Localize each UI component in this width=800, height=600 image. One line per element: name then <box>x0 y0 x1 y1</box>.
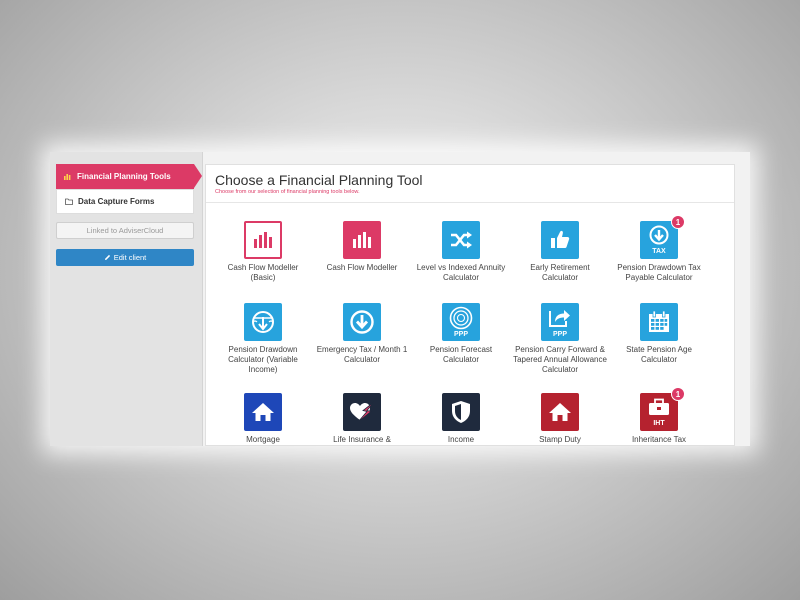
tool-label: Pension Drawdown Tax Payable Calculator <box>617 263 701 282</box>
nav-label: Financial Planning Tools <box>77 172 171 181</box>
share-ppp-icon: PPP <box>541 303 579 341</box>
tools-panel: Choose a Financial Planning Tool Choose … <box>205 164 735 446</box>
tool-label: Level vs Indexed Annuity Calculator <box>416 263 506 282</box>
house-icon <box>541 393 579 431</box>
tool-label: Mortgage <box>246 435 280 444</box>
pension-forecast-icon: PPP <box>442 303 480 341</box>
tool-label: Income <box>447 435 475 444</box>
tool-pension-carry-forward[interactable]: PPP Pension Carry Forward & Tapered Annu… <box>512 303 608 375</box>
heart-bolt-icon <box>343 393 381 431</box>
tool-cash-flow-modeller-basic[interactable]: Cash Flow Modeller (Basic) <box>215 221 311 283</box>
icon-text: PPP <box>454 331 468 338</box>
sidebar: Financial Planning Tools Data Capture Fo… <box>50 152 203 446</box>
shield-icon <box>442 393 480 431</box>
nav-financial-planning-tools[interactable]: Financial Planning Tools <box>56 164 202 189</box>
nav-label: Data Capture Forms <box>78 197 155 206</box>
folder-icon <box>65 198 73 205</box>
thumbs-up-icon <box>541 221 579 259</box>
notification-badge: 1 <box>671 215 685 229</box>
tool-label: Stamp Duty <box>539 435 581 444</box>
pencil-icon <box>104 254 111 261</box>
tool-stamp-duty[interactable]: Stamp Duty <box>512 393 608 445</box>
tool-label: Pension Carry Forward & Tapered Annual A… <box>513 345 607 374</box>
tool-pension-drawdown-variable-income[interactable]: Pension Drawdown Calculator (Variable In… <box>215 303 311 375</box>
house-icon <box>244 393 282 431</box>
tool-early-retirement[interactable]: Early Retirement Calculator <box>512 221 608 283</box>
edit-client-button[interactable]: Edit client <box>56 249 194 266</box>
tool-state-pension-age[interactable]: State Pension Age Calculator <box>611 303 707 365</box>
tool-life-insurance[interactable]: Life Insurance & <box>314 393 410 445</box>
bar-chart-icon <box>343 221 381 259</box>
tool-label: Pension Forecast Calculator <box>429 345 493 364</box>
tool-label: Cash Flow Modeller (Basic) <box>227 263 299 282</box>
tool-label: State Pension Age Calculator <box>626 345 692 364</box>
icon-text: PPP <box>553 331 567 338</box>
page-subtitle: Choose from our selection of financial p… <box>215 189 360 195</box>
tool-pension-drawdown-tax-payable[interactable]: TAX 1 Pension Drawdown Tax Payable Calcu… <box>611 215 707 283</box>
linked-advisercloud-button[interactable]: Linked to AdviserCloud <box>56 222 194 239</box>
tool-inheritance-tax[interactable]: IHT 1 Inheritance Tax <box>611 387 707 445</box>
page-title: Choose a Financial Planning Tool <box>215 172 423 188</box>
tool-label: Emergency Tax / Month 1 Calculator <box>316 345 408 364</box>
tool-pension-forecast[interactable]: PPP Pension Forecast Calculator <box>413 303 509 365</box>
tool-label: Cash Flow Modeller <box>326 263 398 272</box>
tool-mortgage[interactable]: Mortgage <box>215 393 311 445</box>
tool-label: Inheritance Tax <box>631 435 687 444</box>
nav-data-capture-forms[interactable]: Data Capture Forms <box>56 189 194 214</box>
tool-income[interactable]: Income <box>413 393 509 445</box>
tool-cash-flow-modeller[interactable]: Cash Flow Modeller <box>314 221 410 273</box>
briefcase-iht-icon: IHT 1 <box>640 387 685 431</box>
download-tax-icon: TAX 1 <box>640 215 685 259</box>
shuffle-icon <box>442 221 480 259</box>
panel-header: Choose a Financial Planning Tool Choose … <box>206 165 734 203</box>
icon-text: IHT <box>653 420 665 427</box>
tool-emergency-tax-month-1[interactable]: Emergency Tax / Month 1 Calculator <box>314 303 410 365</box>
scales-download-icon <box>244 303 282 341</box>
tool-label: Early Retirement Calculator <box>530 263 590 282</box>
notification-badge: 1 <box>671 387 685 401</box>
app-window: Financial Planning Tools Data Capture Fo… <box>50 152 750 446</box>
bar-chart-outline-icon <box>244 221 282 259</box>
icon-text: TAX <box>652 248 666 255</box>
download-circle-icon <box>343 303 381 341</box>
bar-chart-icon <box>64 173 72 180</box>
tool-label: Pension Drawdown Calculator (Variable In… <box>228 345 298 374</box>
calendar-icon <box>640 303 678 341</box>
tool-level-vs-indexed-annuity[interactable]: Level vs Indexed Annuity Calculator <box>413 221 509 283</box>
edit-client-label: Edit client <box>113 253 147 262</box>
tool-label: Life Insurance & <box>333 435 391 444</box>
